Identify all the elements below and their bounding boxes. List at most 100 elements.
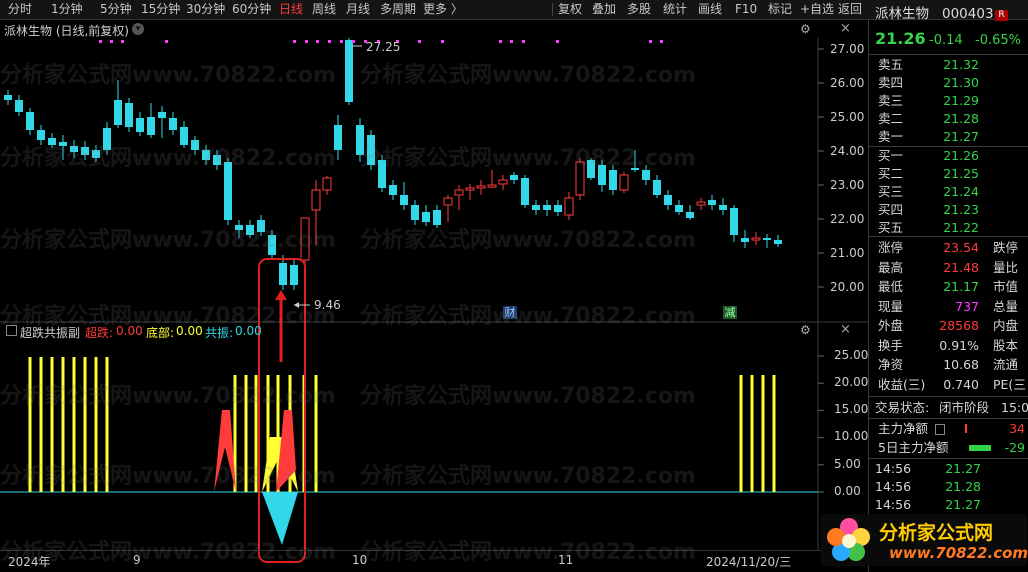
- statistics-button[interactable]: 统计: [663, 2, 687, 17]
- price-tick: 20.00: [830, 280, 865, 294]
- restore-rights-button[interactable]: 复权: [558, 2, 582, 17]
- kline-chart[interactable]: [0, 38, 868, 572]
- ask-row: 卖二 21.28: [869, 110, 1028, 127]
- mark-button[interactable]: 标记: [768, 2, 792, 17]
- tab-monthly[interactable]: 月线: [346, 2, 370, 17]
- logo-title: 分析家公式网: [879, 522, 994, 544]
- stat-row: 收益(三) 0.740 PE(三: [869, 376, 1028, 393]
- candle-body: [103, 128, 111, 150]
- tab-multi-period[interactable]: 多周期: [380, 2, 416, 17]
- trade-status-label: 交易状态:: [875, 400, 930, 415]
- candle-body: [487, 184, 497, 188]
- bid-row-value: 21.25: [943, 166, 979, 181]
- price-change: -0.14: [929, 33, 963, 48]
- ask-row-value: 21.27: [943, 129, 979, 144]
- legend-gongzhen-value: 0.00: [235, 324, 262, 338]
- stat-row: 净资 10.68 流通: [869, 356, 1028, 373]
- tab-fenshi[interactable]: 分时: [8, 2, 32, 17]
- chart-title: 派林生物 (日线,前复权): [4, 24, 129, 38]
- signal-dot: [649, 40, 652, 43]
- bid-row-value: 21.26: [943, 148, 979, 163]
- tick-time: 14:56: [875, 479, 912, 494]
- signal-dot: [510, 40, 513, 43]
- indicator-settings-gear-icon[interactable]: ⚙: [800, 323, 811, 337]
- settings-icon[interactable]: ⚙: [800, 22, 811, 36]
- stat-row: 外盘 28568 内盘: [869, 317, 1028, 334]
- tick-row: 14:56 21.28: [869, 478, 1028, 495]
- candle-body: [246, 225, 254, 235]
- ask-row-label: 卖四: [878, 75, 904, 90]
- stat-row-value: 23.54: [943, 240, 979, 255]
- candle-body: [587, 160, 595, 178]
- indicator-close-icon[interactable]: ×: [840, 322, 851, 337]
- f10-button[interactable]: F10: [735, 2, 757, 17]
- signal-dot: [352, 40, 355, 43]
- 5d-net-flow-value: -29: [1004, 440, 1025, 455]
- stock-header: 派林生物 000403 R: [869, 6, 1028, 26]
- tab-60min[interactable]: 60分钟: [232, 2, 271, 17]
- indicator-tick: 0.00: [834, 484, 861, 498]
- main-chart-header: 派林生物 (日线,前复权) ▾ ⚙ ×: [0, 20, 868, 38]
- close-icon[interactable]: ×: [840, 21, 851, 36]
- candle-body: [642, 170, 650, 180]
- 5d-net-flow-row: 5日主力净额 -29: [869, 439, 1028, 456]
- flow-bar: [965, 424, 967, 433]
- stat-row-label: 净资: [878, 357, 904, 372]
- stat-row: 现量 737 总量: [869, 298, 1028, 315]
- bid-row-label: 买四: [878, 202, 904, 217]
- tab-5min[interactable]: 5分钟: [100, 2, 132, 17]
- indicator-settings-icon[interactable]: [6, 325, 17, 336]
- draw-line-button[interactable]: 画线: [698, 2, 722, 17]
- earnings-badge[interactable]: 财: [503, 306, 517, 319]
- ask-row: 卖一 21.27: [869, 128, 1028, 145]
- legend-dibu-value: 0.00: [176, 324, 203, 338]
- signal-dot: [110, 40, 113, 43]
- bid-row: 买五 21.22: [869, 219, 1028, 236]
- divider: [869, 236, 1028, 237]
- tab-15min[interactable]: 15分钟: [141, 2, 180, 17]
- candle-body: [454, 189, 464, 196]
- tab-daily[interactable]: 日线: [279, 2, 303, 17]
- candle-body: [653, 180, 661, 195]
- tab-more[interactable]: 更多 〉: [423, 2, 463, 17]
- candle-body: [543, 205, 551, 210]
- candle-body: [631, 168, 639, 170]
- bid-row-label: 买五: [878, 220, 904, 235]
- indicator-tick: 5.00: [834, 457, 861, 471]
- candle-body: [696, 201, 706, 206]
- legend-chaodie-name: 超跌:: [85, 326, 114, 340]
- trade-status-value: 闭市阶段: [939, 400, 990, 415]
- tab-1min[interactable]: 1分钟: [51, 2, 83, 17]
- overlay-button[interactable]: 叠加: [592, 2, 616, 17]
- bid-row-label: 买二: [878, 166, 904, 181]
- tab-30min[interactable]: 30分钟: [186, 2, 225, 17]
- candle-body: [48, 138, 56, 145]
- tick-time: 14:56: [875, 461, 912, 476]
- doc-icon[interactable]: [935, 424, 945, 435]
- indicator-tick: 20.00: [834, 375, 869, 389]
- tick-price: 21.27: [945, 461, 981, 476]
- logo-badge: 分析家公式网 www.70822.com: [821, 514, 1028, 566]
- tab-weekly[interactable]: 周线: [312, 2, 336, 17]
- trade-status-time: 15:0: [1001, 400, 1028, 415]
- trade-status-row: 交易状态: 闭市阶段 15:0: [869, 399, 1028, 416]
- reduce-holding-badge[interactable]: 减: [723, 306, 737, 319]
- signal-dot: [660, 40, 663, 43]
- toolbar-divider: [552, 3, 553, 16]
- signal-dot: [499, 40, 502, 43]
- back-button[interactable]: 返回: [838, 2, 862, 17]
- candle-body: [751, 237, 761, 241]
- stat-row-label: 最低: [878, 279, 904, 294]
- dropdown-chevron-icon[interactable]: ▾: [132, 23, 144, 35]
- add-watchlist-button[interactable]: +自选: [800, 2, 834, 17]
- divider: [869, 458, 1028, 459]
- stat-row-value: 21.48: [943, 259, 979, 275]
- indicator-tick: 10.00: [834, 429, 869, 443]
- candle-body: [774, 240, 782, 244]
- low-price-label: 9.46: [314, 298, 341, 312]
- signal-dot: [316, 40, 319, 43]
- multi-stock-button[interactable]: 多股: [627, 2, 651, 17]
- candle-body: [609, 170, 617, 190]
- flower-logo-icon: [827, 518, 870, 561]
- signal-dot: [441, 40, 444, 43]
